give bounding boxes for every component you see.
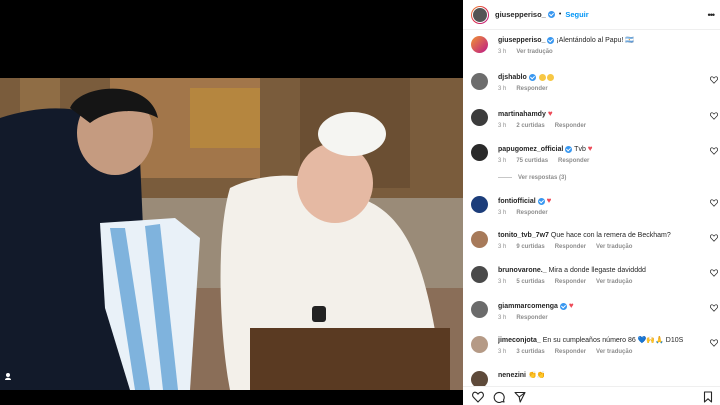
comment-username[interactable]: nenezini: [498, 372, 526, 379]
like-heart-icon[interactable]: [710, 147, 718, 155]
reply-button[interactable]: Responder: [555, 349, 586, 355]
avatar[interactable]: [471, 36, 488, 53]
likes-count[interactable]: 3 curtidas: [516, 349, 544, 355]
comment-time: 3 h: [498, 349, 507, 355]
verified-badge-icon: [559, 302, 567, 310]
comment-username[interactable]: giusepperiso_: [498, 37, 545, 44]
red-heart-emoji-icon: ♥: [568, 301, 574, 310]
avatar[interactable]: [471, 73, 488, 90]
reply-button[interactable]: Responder: [555, 279, 586, 285]
comment-text: En su cumpleaños número 86 💙🙌🙏 D10S: [542, 337, 684, 344]
reply-button[interactable]: Responder: [516, 210, 547, 216]
author-username[interactable]: giusepperiso_: [495, 10, 546, 19]
likes-count[interactable]: 9 curtidas: [516, 244, 544, 250]
like-heart-icon[interactable]: [710, 112, 718, 120]
comment-bubble-icon[interactable]: [493, 391, 505, 403]
bookmark-icon[interactable]: [702, 391, 714, 403]
likes-count[interactable]: 75 curtidas: [516, 158, 548, 164]
verified-badge-icon: [537, 197, 545, 205]
comment-username[interactable]: martinahamdy: [498, 111, 546, 118]
post-media[interactable]: [0, 0, 463, 405]
avatar[interactable]: [471, 266, 488, 283]
comment-username[interactable]: fontiofficial: [498, 198, 536, 205]
translate-link[interactable]: Ver tradução: [516, 49, 552, 55]
more-options-icon[interactable]: •••: [708, 10, 716, 20]
comment-text: Tvb: [574, 146, 586, 153]
likes-count[interactable]: 5 curtidas: [516, 279, 544, 285]
comment-time: 3 h: [498, 279, 507, 285]
comment-text: Mira a donde llegaste davidddd: [548, 267, 646, 274]
author-avatar[interactable]: [471, 5, 489, 24]
follow-button[interactable]: Seguir: [565, 10, 588, 19]
like-heart-icon[interactable]: [710, 76, 718, 84]
comment-time: 3 h: [498, 244, 507, 250]
comment-username[interactable]: brunovarone._: [498, 267, 547, 274]
emoji-icon: [546, 73, 554, 81]
reply-button[interactable]: Responder: [555, 123, 586, 129]
comment-time: 3 h: [498, 210, 507, 216]
red-heart-emoji-icon: ♥: [587, 144, 593, 153]
comment-username[interactable]: jimeconjota_: [498, 337, 541, 344]
reply-button[interactable]: Responder: [555, 244, 586, 250]
avatar[interactable]: [471, 301, 488, 318]
share-send-icon[interactable]: [514, 391, 526, 403]
like-heart-icon[interactable]: [472, 391, 484, 403]
verified-badge-icon: [547, 36, 555, 44]
comment-username[interactable]: tonito_tvb_7w7: [498, 232, 549, 239]
comment-username[interactable]: giammarcomenga: [498, 303, 558, 310]
comment-text: Que hace con la remera de Beckham?: [550, 232, 671, 239]
post-header: giusepperiso_ • Seguir •••: [463, 0, 720, 30]
translate-link[interactable]: Ver tradução: [596, 349, 632, 355]
verified-badge-icon: [565, 145, 573, 153]
post-actions-bar: [463, 386, 720, 405]
avatar[interactable]: [471, 109, 488, 126]
verified-badge-icon: [528, 73, 536, 81]
like-heart-icon[interactable]: [710, 234, 718, 242]
comments-panel: giusepperiso_ • Seguir ••• giusepperiso_…: [463, 0, 720, 405]
comment-time: 3 h: [498, 158, 507, 164]
avatar[interactable]: [471, 144, 488, 161]
separator-dot: •: [558, 11, 562, 18]
comment-time: 3 h: [498, 315, 507, 321]
caption-text: ¡Alentándolo al Papu! 🇦🇷: [556, 37, 635, 44]
comment-time: 3 h: [498, 49, 507, 55]
like-heart-icon[interactable]: [710, 199, 718, 207]
reply-button[interactable]: Responder: [516, 315, 547, 321]
like-heart-icon[interactable]: [710, 269, 718, 277]
reply-button[interactable]: Responder: [558, 158, 589, 164]
avatar[interactable]: [471, 336, 488, 353]
avatar[interactable]: [471, 196, 488, 213]
view-replies-button[interactable]: Ver respostas (3): [498, 175, 566, 181]
like-heart-icon[interactable]: [710, 339, 718, 347]
reply-button[interactable]: Responder: [516, 86, 547, 92]
comment-time: 3 h: [498, 123, 507, 129]
verified-badge-icon: [547, 11, 555, 18]
comment-username[interactable]: djshablo: [498, 74, 527, 81]
comment-time: 3 h: [498, 86, 507, 92]
comment-text: 👏👏: [527, 372, 546, 379]
like-heart-icon[interactable]: [710, 304, 718, 312]
translate-link[interactable]: Ver tradução: [596, 279, 632, 285]
likes-count[interactable]: 2 curtidas: [516, 123, 544, 129]
comment-username[interactable]: papugomez_official: [498, 146, 563, 153]
avatar[interactable]: [471, 231, 488, 248]
red-heart-emoji-icon: ♥: [547, 109, 553, 118]
carousel-indicator-icon: [5, 373, 11, 380]
post-photo: [0, 78, 463, 390]
translate-link[interactable]: Ver tradução: [596, 244, 632, 250]
red-heart-emoji-icon: ♥: [546, 196, 552, 205]
emoji-icon: [538, 73, 546, 81]
